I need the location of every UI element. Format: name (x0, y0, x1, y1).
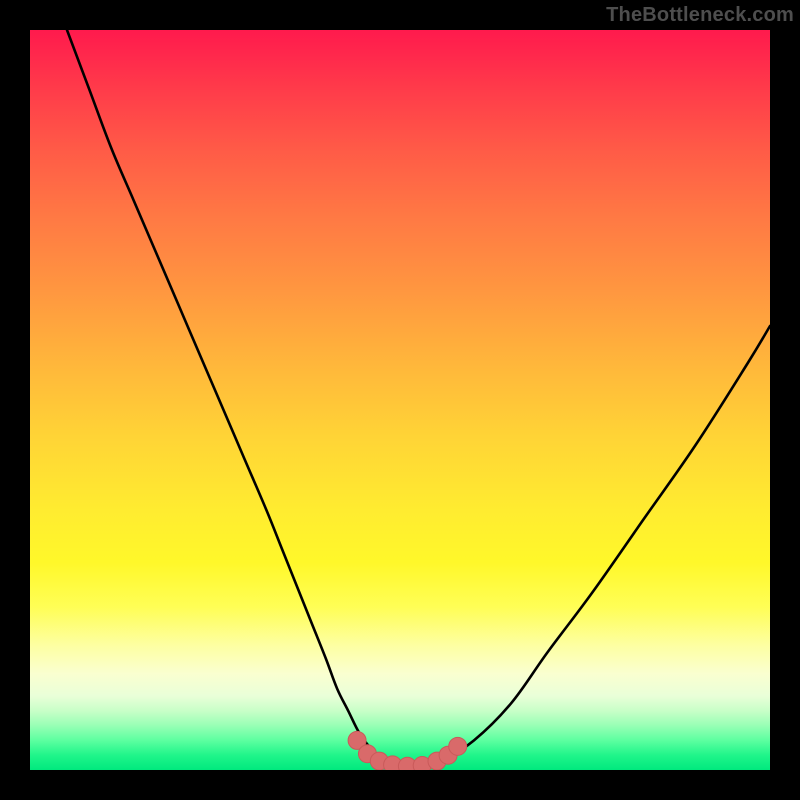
outer-frame: TheBottleneck.com (0, 0, 800, 800)
curve-line (67, 30, 770, 767)
watermark-text: TheBottleneck.com (606, 4, 794, 27)
bottleneck-curve-chart (30, 30, 770, 770)
plot-area (30, 30, 770, 770)
optimum-marker (449, 737, 467, 755)
